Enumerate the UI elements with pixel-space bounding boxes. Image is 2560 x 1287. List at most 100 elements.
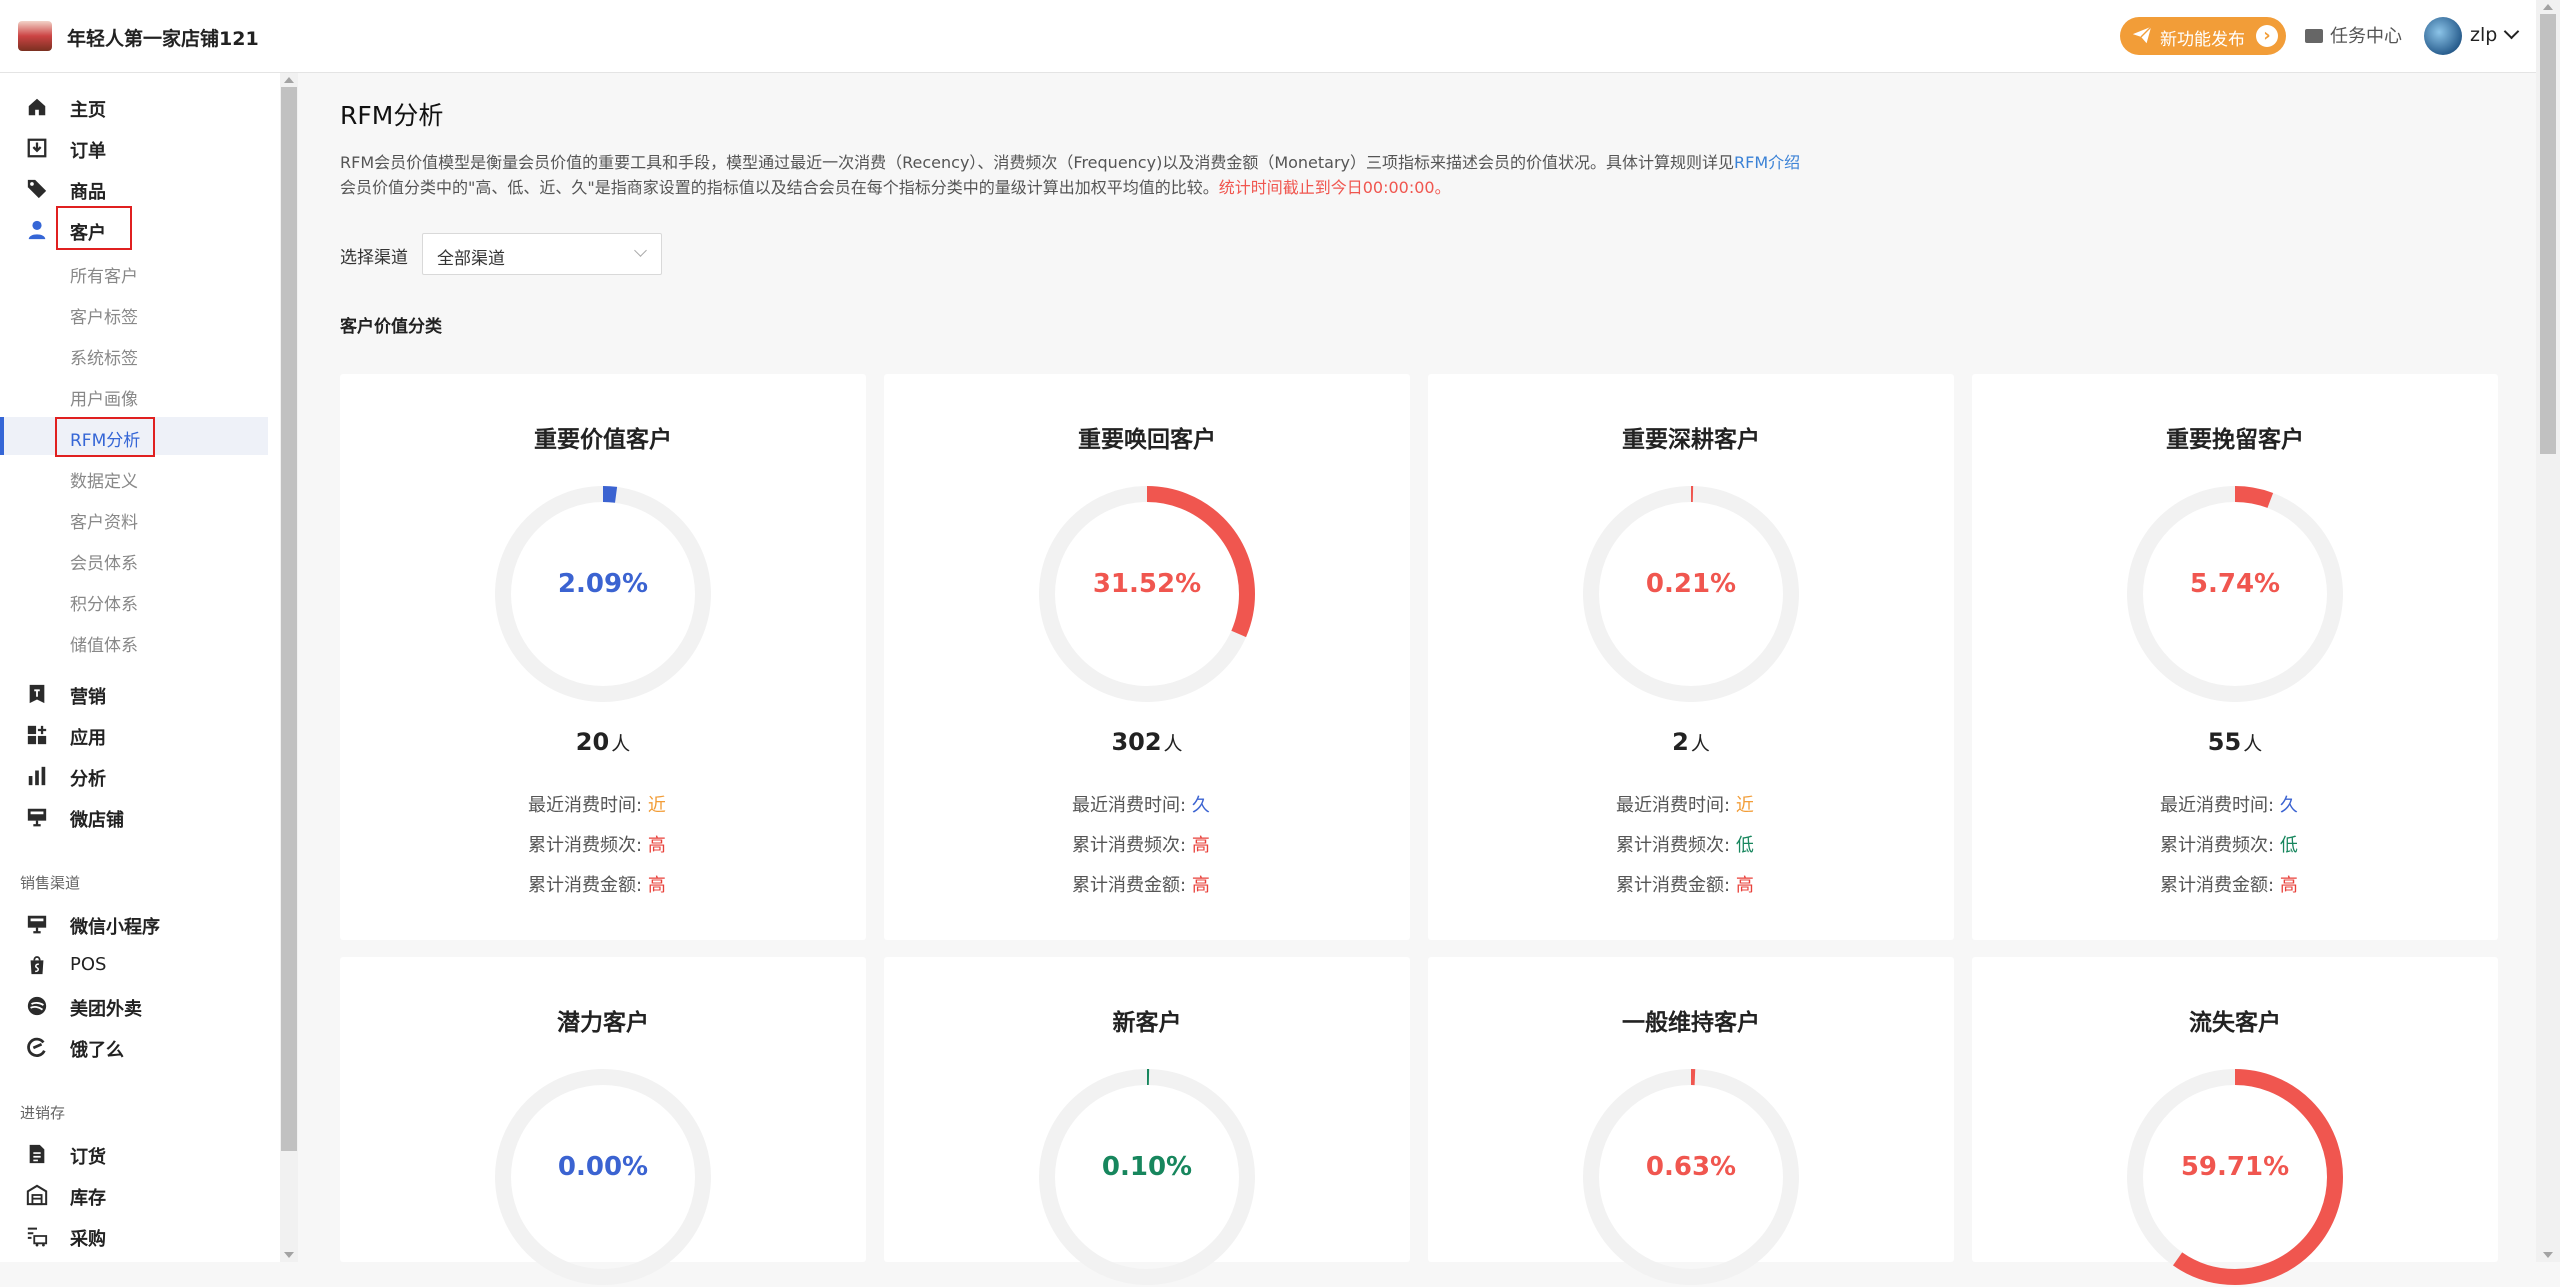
attr-label: 累计消费频次: [1616,835,1731,856]
card-percent: 0.21% [1645,569,1737,599]
card-percent: 0.00% [557,1152,649,1182]
card-frequency: 累计消费频次: 低 [2160,831,2298,857]
main-scrollbar[interactable] [2536,0,2560,1262]
card-recency: 最近消费时间: 近 [528,791,666,817]
card-title: 潜力客户 [557,1010,649,1036]
highlight-box [56,206,132,250]
card-title: 重要深耕客户 [1622,427,1760,453]
sidebar-sublabel: 客户资料 [70,513,138,533]
sidebar-item-apps[interactable]: 应用 [0,715,280,755]
sidebar-sublabel: 积分体系 [70,595,138,615]
section-inventory: 进销存 [20,1104,66,1122]
sidebar [0,73,280,1262]
sidebar-item-ordering[interactable]: 订货 [0,1134,280,1174]
document-icon [29,1144,45,1164]
card-title: 流失客户 [2189,1010,2281,1036]
sidebar-item-pos[interactable]: POS [0,945,280,985]
warehouse-icon [26,1184,48,1206]
sidebar-label: 采购 [70,1229,106,1250]
sidebar-item-wechat-miniprogram[interactable]: 微信小程序 [0,904,280,944]
sidebar-subitem-all-customers[interactable]: 所有客户 [0,253,268,291]
task-center-link[interactable]: 任务中心 [2305,22,2402,48]
card-title: 重要挽留客户 [2166,427,2304,453]
attr-value: 近 [647,795,666,816]
sidebar-subitem-membership[interactable]: 会员体系 [0,540,268,578]
shop-name[interactable]: 年轻人第一家店铺121 [67,24,259,51]
card-count: 302 人 [884,728,1410,756]
sidebar-subitem-customer-profile[interactable]: 客户资料 [0,499,268,537]
scroll-up-icon[interactable] [2543,4,2553,10]
sidebar-item-purchasing[interactable]: 采购 [0,1216,280,1256]
chevron-down-icon [634,244,647,257]
card-percent: 5.74% [2189,569,2281,599]
attr-value: 高 [2279,875,2298,896]
new-feature-button[interactable]: 新功能发布 › [2120,17,2286,55]
main-scroll-thumb[interactable] [2540,14,2556,454]
attr-label: 最近消费时间: [1072,795,1187,816]
apps-icon [27,725,47,745]
sidebar-subitem-data-definition[interactable]: 数据定义 [0,458,268,496]
sidebar-item-products[interactable]: 商品 [0,169,280,209]
rfm-card-potential[interactable]: 潜力客户 0.00% [340,957,866,1285]
user-menu[interactable]: zlp [2470,23,2520,46]
attr-label: 最近消费时间: [528,795,643,816]
sidebar-scroll-thumb[interactable] [281,87,297,1151]
sidebar-item-customers[interactable]: 客户 [0,210,280,250]
attr-label: 累计消费频次: [2160,835,2275,856]
card-recency: 最近消费时间: 久 [1072,791,1210,817]
rfm-intro-link[interactable]: RFM介绍 [1734,153,1800,172]
description-text: 会员价值分类中的"高、低、近、久"是指商家设置的指标值以及结合会员在每个指标分类… [340,178,1219,197]
channel-select[interactable]: 全部渠道 [422,233,662,275]
attr-label: 累计消费频次: [1072,835,1187,856]
sidebar-item-marketing[interactable]: 营销 [0,674,280,714]
sidebar-item-orders[interactable]: 订单 [0,128,280,168]
card-recency: 最近消费时间: 近 [1616,791,1754,817]
scroll-down-icon[interactable] [284,1252,294,1258]
marketing-icon [29,684,45,704]
attr-label: 累计消费金额: [528,875,643,896]
chart-icon [28,766,46,786]
rfm-card-important-retain[interactable]: 重要挽留客户 5.74% 55 人 最近消费时间: 久 累计消费频次: 低 累计消… [1972,374,2498,940]
sidebar-item-home[interactable]: 主页 [0,87,280,127]
count-value: 20 [575,728,610,756]
sidebar-subitem-user-portrait[interactable]: 用户画像 [0,376,268,414]
count-unit: 人 [1163,733,1183,755]
attr-value: 近 [1735,795,1754,816]
rfm-card-lost[interactable]: 流失客户 59.71% [1972,957,2498,1285]
sidebar-subitem-system-tags[interactable]: 系统标签 [0,335,268,373]
rfm-card-new[interactable]: 新客户 0.10% [884,957,1410,1285]
page-title: RFM分析 [340,101,444,130]
order-icon [27,138,47,158]
rfm-card-general-maintain[interactable]: 一般维持客户 0.63% [1428,957,1954,1285]
sidebar-scrollbar[interactable] [280,73,298,1262]
avatar[interactable] [2424,17,2462,55]
sidebar-subitem-points[interactable]: 积分体系 [0,581,268,619]
sidebar-subitem-customer-tags[interactable]: 客户标签 [0,294,268,332]
sidebar-label: 微店铺 [70,810,124,831]
card-title: 一般维持客户 [1622,1010,1760,1036]
attr-value: 高 [647,875,666,896]
sidebar-item-meituan[interactable]: 美团外卖 [0,986,280,1026]
active-indicator [0,417,4,455]
rfm-card-important-recall[interactable]: 重要唤回客户 31.52% 302 人 最近消费时间: 久 累计消费频次: 高 累… [884,374,1410,940]
scroll-up-icon[interactable] [284,77,294,83]
sidebar-item-micro-store[interactable]: 微店铺 [0,797,280,837]
sidebar-item-eleme[interactable]: 饿了么 [0,1027,280,1067]
rfm-card-important-value[interactable]: 重要价值客户 2.09% 20 人 最近消费时间: 近 累计消费频次: 高 累计消… [340,374,866,940]
card-frequency: 累计消费频次: 高 [528,831,666,857]
sidebar-item-analysis[interactable]: 分析 [0,756,280,796]
sidebar-label: 商品 [70,182,106,203]
attr-label: 累计消费金额: [1616,875,1731,896]
sidebar-sublabel: 所有客户 [70,267,138,287]
sidebar-label: 分析 [70,769,106,790]
sidebar-subitem-stored-value[interactable]: 储值体系 [0,622,268,660]
sidebar-item-inventory[interactable]: 库存 [0,1175,280,1215]
count-value: 302 [1111,728,1162,756]
attr-value: 高 [647,835,666,856]
store-icon [27,808,47,827]
username: zlp [2470,24,2498,46]
rfm-card-important-develop[interactable]: 重要深耕客户 0.21% 2人 最近消费时间: 近 累计消费频次: 低 累计消费… [1428,374,1954,940]
card-count: 2人 [1428,728,1954,756]
scroll-down-icon[interactable] [2543,1252,2553,1258]
pos-icon [30,956,44,975]
